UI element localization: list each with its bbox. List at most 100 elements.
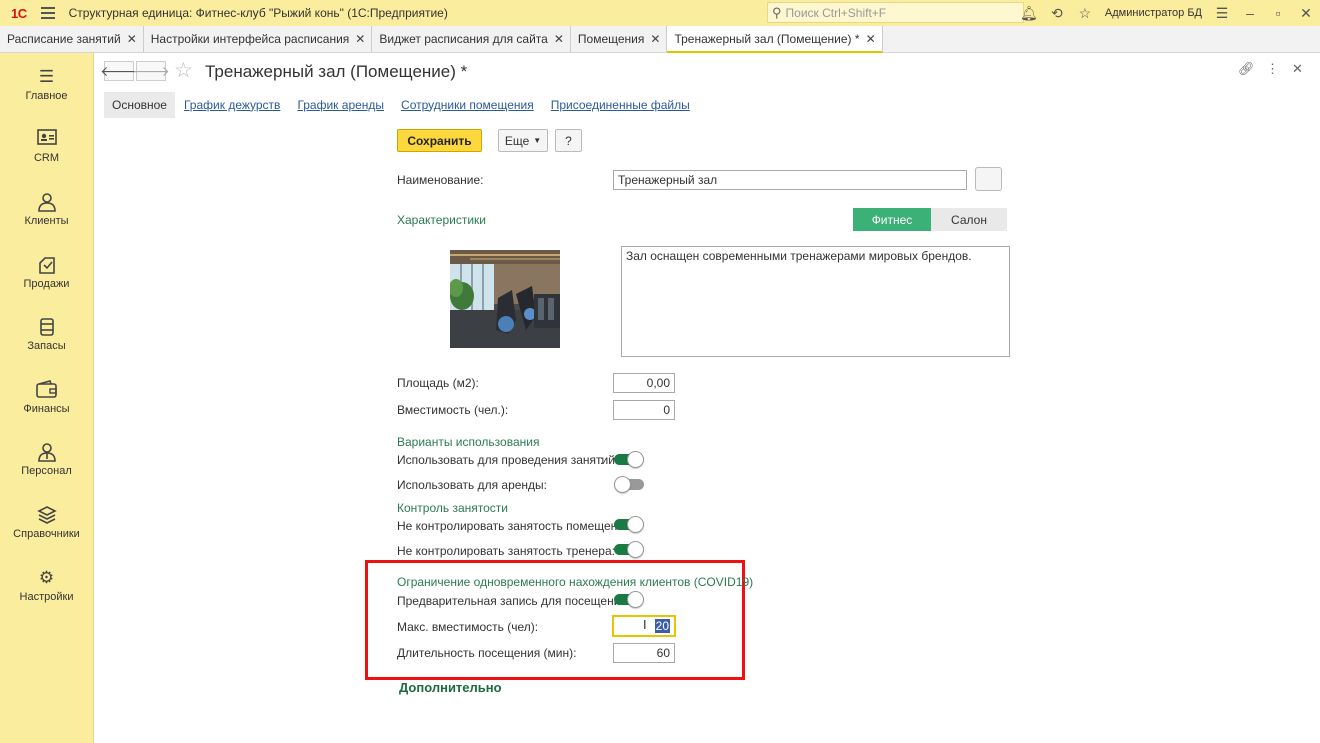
use-classes-toggle[interactable]: [614, 451, 644, 468]
sidebar-item-main[interactable]: ☰ Главное: [0, 53, 93, 116]
use-classes-label: Использовать для проведения занятий: [397, 453, 615, 467]
close-icon[interactable]: ✕: [650, 32, 660, 46]
form-subtabs: Основное График дежурств График аренды С…: [104, 91, 707, 118]
id-card-icon: [36, 129, 57, 149]
menu-icon: ☰: [38, 66, 55, 86]
prebook-toggle[interactable]: [614, 591, 644, 608]
max-capacity-label: Макс. вместимость (чел):: [397, 620, 539, 634]
close-window-icon[interactable]: ✕: [1292, 5, 1320, 22]
duration-input[interactable]: 60: [613, 643, 675, 663]
settings-lines-icon[interactable]: ☰: [1208, 5, 1236, 22]
close-form-icon[interactable]: ✕: [1292, 61, 1303, 77]
favorite-star-icon[interactable]: ☆: [174, 58, 193, 83]
subtab-duty-schedule[interactable]: График дежурств: [184, 98, 280, 112]
sidebar-item-sales[interactable]: Продажи: [0, 241, 93, 304]
close-icon[interactable]: ✕: [127, 32, 137, 46]
name-input[interactable]: Тренажерный зал: [613, 170, 967, 190]
segment-salon[interactable]: Салон: [931, 208, 1007, 231]
text-cursor-icon: I: [643, 617, 647, 632]
no-control-room-label: Не контролировать занятость помещения:: [397, 519, 634, 533]
use-rent-toggle[interactable]: [614, 476, 644, 493]
sidebar-item-label: Клиенты: [24, 214, 69, 227]
form-area: 🡐 🡒 ☆ Тренажерный зал (Помещение) * 🔗︎ ⋮…: [94, 53, 1320, 743]
subtab-attached-files[interactable]: Присоединенные файлы: [551, 98, 690, 112]
link-icon[interactable]: 🔗︎: [1238, 61, 1255, 77]
sidebar-item-crm[interactable]: CRM: [0, 116, 93, 179]
tab-gym-room[interactable]: Тренажерный зал (Помещение) * ✕: [667, 26, 883, 53]
usage-section-title: Варианты использования: [397, 435, 540, 449]
area-input[interactable]: 0,00: [613, 373, 675, 393]
save-button[interactable]: Сохранить: [397, 129, 482, 152]
sidebar-item-staff[interactable]: Персонал: [0, 429, 93, 492]
capacity-input[interactable]: 0: [613, 400, 675, 420]
search-icon: ⚲: [772, 4, 782, 20]
restore-icon[interactable]: ▫: [1264, 5, 1292, 21]
sales-icon: [37, 255, 57, 275]
history-icon[interactable]: ⟲: [1043, 5, 1071, 22]
close-icon[interactable]: ✕: [355, 32, 365, 46]
subtab-main[interactable]: Основное: [104, 91, 175, 118]
sidebar-item-clients[interactable]: Клиенты: [0, 178, 93, 241]
forward-button[interactable]: 🡒: [132, 61, 170, 81]
description-textarea[interactable]: Зал оснащен современными тренажерами мир…: [621, 246, 1010, 357]
main-menu-icon[interactable]: [40, 7, 55, 19]
arrow-right-icon: 🡒: [132, 62, 170, 79]
sidebar-item-label: Финансы: [23, 402, 70, 415]
chevron-down-icon: ▼: [533, 136, 542, 145]
sidebar-item-references[interactable]: Справочники: [0, 491, 93, 554]
room-photo[interactable]: [450, 250, 560, 348]
no-control-trainer-label: Не контролировать занятость тренера:: [397, 544, 615, 558]
global-search-input[interactable]: ⚲ Поиск Ctrl+Shift+F: [767, 2, 1024, 23]
open-tabs-bar: Расписание занятий ✕ Настройки интерфейса…: [0, 26, 1320, 53]
clients-icon: [37, 192, 57, 212]
sidebar-item-label: Главное: [25, 89, 68, 102]
no-control-trainer-toggle[interactable]: [614, 541, 644, 558]
sections-sidebar: ☰ Главное CRM Клиенты Продажи Запасы Фин…: [0, 53, 94, 743]
tab-schedule-settings[interactable]: Настройки интерфейса расписания ✕: [144, 26, 373, 52]
sidebar-item-stock[interactable]: Запасы: [0, 303, 93, 366]
characteristics-section-title: Характеристики: [397, 213, 486, 227]
area-label: Площадь (м2):: [397, 376, 479, 390]
sidebar-item-label: Запасы: [27, 340, 66, 353]
favorites-star-icon[interactable]: ☆: [1071, 5, 1099, 22]
app-title: Структурная единица: Фитнес-клуб "Рыжий …: [68, 6, 448, 20]
wallet-icon: [35, 379, 58, 400]
more-actions-button[interactable]: Еще ▼: [498, 129, 548, 152]
sidebar-item-settings[interactable]: ⚙ Настройки: [0, 554, 93, 617]
sidebar-item-label: Справочники: [13, 527, 80, 540]
name-label: Наименование:: [397, 173, 484, 187]
tab-widget[interactable]: Виджет расписания для сайта ✕: [372, 26, 571, 52]
subtab-room-staff[interactable]: Сотрудники помещения: [401, 98, 534, 112]
app-logo[interactable]: 1С: [11, 6, 27, 21]
close-icon[interactable]: ✕: [866, 32, 876, 46]
form-title: Тренажерный зал (Помещение) *: [205, 62, 468, 81]
no-control-room-toggle[interactable]: [614, 516, 644, 533]
sidebar-item-label: Продажи: [23, 277, 70, 290]
more-label: Еще: [504, 133, 530, 148]
back-button[interactable]: 🡐: [100, 61, 138, 81]
name-extra-button[interactable]: [975, 167, 1002, 191]
search-placeholder: Поиск Ctrl+Shift+F: [785, 5, 887, 20]
layers-icon: [36, 505, 57, 525]
segment-fitness[interactable]: Фитнес: [853, 208, 931, 231]
tab-rooms[interactable]: Помещения ✕: [571, 26, 668, 52]
sidebar-item-finance[interactable]: Финансы: [0, 366, 93, 429]
additional-section-link[interactable]: Дополнительно: [399, 680, 502, 695]
control-section-title: Контроль занятости: [397, 501, 508, 515]
help-button[interactable]: ?: [555, 129, 582, 152]
tab-schedule[interactable]: Расписание занятий ✕: [0, 26, 144, 52]
sidebar-item-label: Настройки: [19, 590, 74, 603]
subtab-rent-schedule[interactable]: График аренды: [297, 98, 384, 112]
gear-icon: ⚙: [38, 567, 55, 587]
user-name[interactable]: Администратор БД: [1105, 7, 1202, 19]
more-vertical-icon[interactable]: ⋮: [1266, 61, 1279, 77]
max-capacity-value: 20: [654, 619, 670, 633]
title-bar: 1С Структурная единица: Фитнес-клуб "Рыж…: [0, 0, 1320, 26]
sidebar-item-label: Персонал: [21, 465, 72, 478]
close-icon[interactable]: ✕: [554, 32, 564, 46]
bell-icon[interactable]: 🔔︎: [1015, 5, 1043, 22]
max-capacity-input[interactable]: I 20: [612, 615, 676, 637]
minimize-icon[interactable]: ‒: [1236, 5, 1264, 21]
duration-label: Длительность посещения (мин):: [397, 646, 577, 660]
use-classes-separator: :: [600, 453, 604, 467]
